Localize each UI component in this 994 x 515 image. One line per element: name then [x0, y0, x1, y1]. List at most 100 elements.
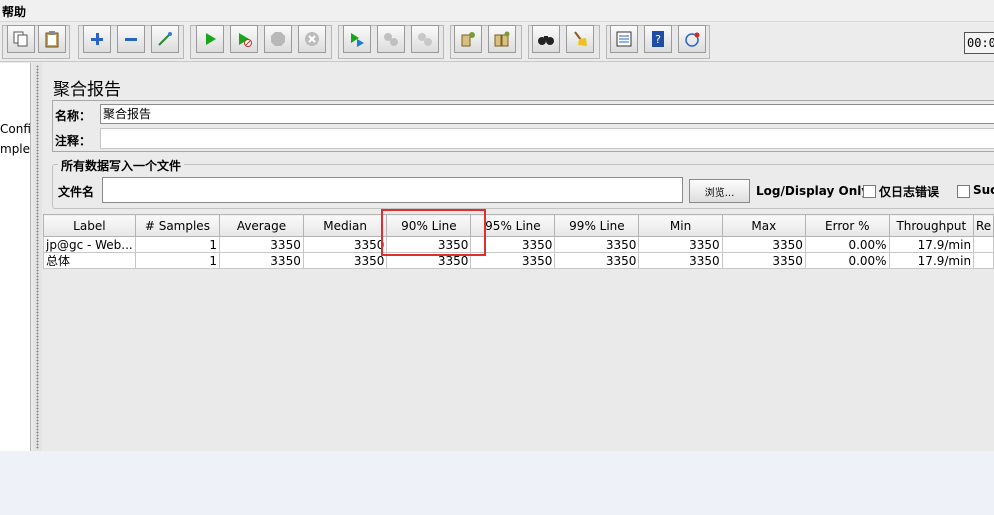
- tree-item-sampler[interactable]: mpler: [0, 142, 30, 156]
- page-title: 聚合报告: [53, 80, 121, 100]
- add-button[interactable]: [83, 25, 111, 53]
- filename-label: 文件名: [58, 185, 95, 199]
- results-table: Label # Samples Average Median 90% Line …: [43, 214, 994, 269]
- table-cell: 3350: [554, 252, 640, 269]
- broom-all-icon: [494, 31, 510, 47]
- column-header-max[interactable]: Max: [721, 214, 806, 237]
- table-cell: 3350: [638, 236, 723, 253]
- remote-config-button[interactable]: [678, 25, 706, 53]
- shutdown-button[interactable]: [298, 25, 326, 53]
- broom-gear-icon: [461, 32, 475, 47]
- table-header-row: Label # Samples Average Median 90% Line …: [43, 214, 994, 237]
- column-header-99-line[interactable]: 99% Line: [554, 214, 640, 237]
- file-output-group: 所有数据写入一个文件 文件名 浏览... Log/Display Only: 仅…: [52, 157, 994, 209]
- clear-all-button[interactable]: [488, 25, 516, 53]
- table-cell: jp@gc - Web...: [43, 236, 136, 253]
- broom-icon: [574, 31, 587, 46]
- plus-icon: [91, 33, 103, 45]
- table-cell: 17.9/min: [888, 252, 975, 269]
- table-cell: 3350: [721, 252, 806, 269]
- play-no-pause-icon: [239, 33, 252, 47]
- help-button[interactable]: ?: [644, 25, 672, 53]
- svg-text:?: ?: [655, 33, 661, 46]
- table-cell: 3350: [219, 252, 304, 269]
- clipboard-icon: [45, 31, 59, 48]
- stop-icon: [271, 32, 285, 46]
- column-header-received[interactable]: Re: [973, 214, 994, 237]
- column-header-min[interactable]: Min: [638, 214, 723, 237]
- table-cell: 3350: [302, 236, 388, 253]
- browse-button[interactable]: 浏览...: [689, 179, 750, 203]
- successes-checkbox[interactable]: [957, 185, 970, 198]
- table-cell: 17.9/min: [888, 236, 975, 253]
- errors-only-label: 仅日志错误: [879, 185, 940, 199]
- log-display-label: Log/Display Only:: [756, 184, 874, 198]
- reset-search-button[interactable]: [566, 25, 594, 53]
- comment-field[interactable]: [100, 128, 994, 149]
- table-cell: 3350: [219, 236, 304, 253]
- split-pane-divider[interactable]: [33, 63, 42, 451]
- remote-start-button[interactable]: [343, 25, 371, 53]
- network-icon: [685, 32, 700, 47]
- name-field[interactable]: 聚合报告: [100, 104, 994, 124]
- splitter-grip: [36, 65, 39, 449]
- remote-stop-icon: [384, 33, 398, 46]
- column-header-samples[interactable]: # Samples: [134, 214, 221, 237]
- column-header-error[interactable]: Error %: [804, 214, 890, 237]
- table-cell: 3350: [554, 236, 640, 253]
- file-group-title: 所有数据写入一个文件: [58, 157, 185, 174]
- binoculars-icon: [538, 36, 554, 45]
- copy-icon: [13, 31, 28, 47]
- highlight-box-90-line: [381, 209, 486, 256]
- start-no-pauses-button[interactable]: [230, 25, 258, 53]
- start-button[interactable]: [196, 25, 224, 53]
- jmeter-window: 帮助 ? 00:0 Confi mple 聚合报告 名称： 聚合报告 注释： 所…: [0, 0, 994, 451]
- play-icon: [206, 33, 216, 45]
- table-cell: 1: [134, 252, 221, 269]
- column-header-throughput[interactable]: Throughput: [888, 214, 975, 237]
- shutdown-icon: [305, 32, 319, 46]
- name-comment-box: 名称： 聚合报告 注释：: [52, 100, 994, 152]
- errors-only-checkbox[interactable]: [863, 185, 876, 198]
- table-row[interactable]: 总体 1 3350 3350 3350 3350 3350 3350 3350 …: [43, 252, 994, 269]
- test-plan-tree: Confi mpler: [0, 63, 31, 451]
- remote-stop-button[interactable]: [377, 25, 405, 53]
- toggle-button[interactable]: [151, 25, 179, 53]
- menu-bar: 帮助: [0, 0, 994, 22]
- clear-button[interactable]: [454, 25, 482, 53]
- filename-input[interactable]: [102, 177, 683, 203]
- table-cell: 3350: [638, 252, 723, 269]
- name-label: 名称：: [55, 109, 92, 123]
- remove-button[interactable]: [117, 25, 145, 53]
- remote-shutdown-icon: [418, 33, 432, 46]
- aggregate-report-panel: 聚合报告 名称： 聚合报告 注释： 所有数据写入一个文件 文件名 浏览... L…: [43, 63, 994, 451]
- toolbar: ? 00:00: [0, 22, 994, 62]
- table-cell: 3350: [721, 236, 806, 253]
- stop-button[interactable]: [264, 25, 292, 53]
- results-table-area: Label # Samples Average Median 90% Line …: [43, 214, 994, 451]
- paste-button[interactable]: [38, 25, 66, 53]
- remote-shutdown-button[interactable]: [411, 25, 439, 53]
- column-header-label[interactable]: Label: [43, 214, 136, 237]
- table-cell: [973, 252, 994, 269]
- remote-play-icon: [351, 33, 364, 47]
- help-book-icon: ?: [652, 31, 664, 47]
- wand-icon: [158, 32, 172, 46]
- successes-label: Suc: [973, 183, 994, 197]
- table-cell: 3350: [302, 252, 388, 269]
- table-cell: 0.00%: [804, 236, 890, 253]
- menu-help[interactable]: 帮助: [2, 3, 26, 20]
- table-cell: 总体: [43, 252, 136, 269]
- column-header-median[interactable]: Median: [302, 214, 388, 237]
- table-cell: 1: [134, 236, 221, 253]
- list-icon: [616, 31, 632, 47]
- tree-item-config[interactable]: Confi: [0, 122, 30, 136]
- column-header-average[interactable]: Average: [219, 214, 304, 237]
- copy-button[interactable]: [7, 25, 35, 53]
- table-row[interactable]: jp@gc - Web... 1 3350 3350 3350 3350 335…: [43, 236, 994, 253]
- table-cell: [973, 236, 994, 253]
- comment-label: 注释：: [55, 134, 92, 148]
- search-button[interactable]: [532, 25, 560, 53]
- function-helper-button[interactable]: [610, 25, 638, 53]
- minus-icon: [125, 38, 137, 41]
